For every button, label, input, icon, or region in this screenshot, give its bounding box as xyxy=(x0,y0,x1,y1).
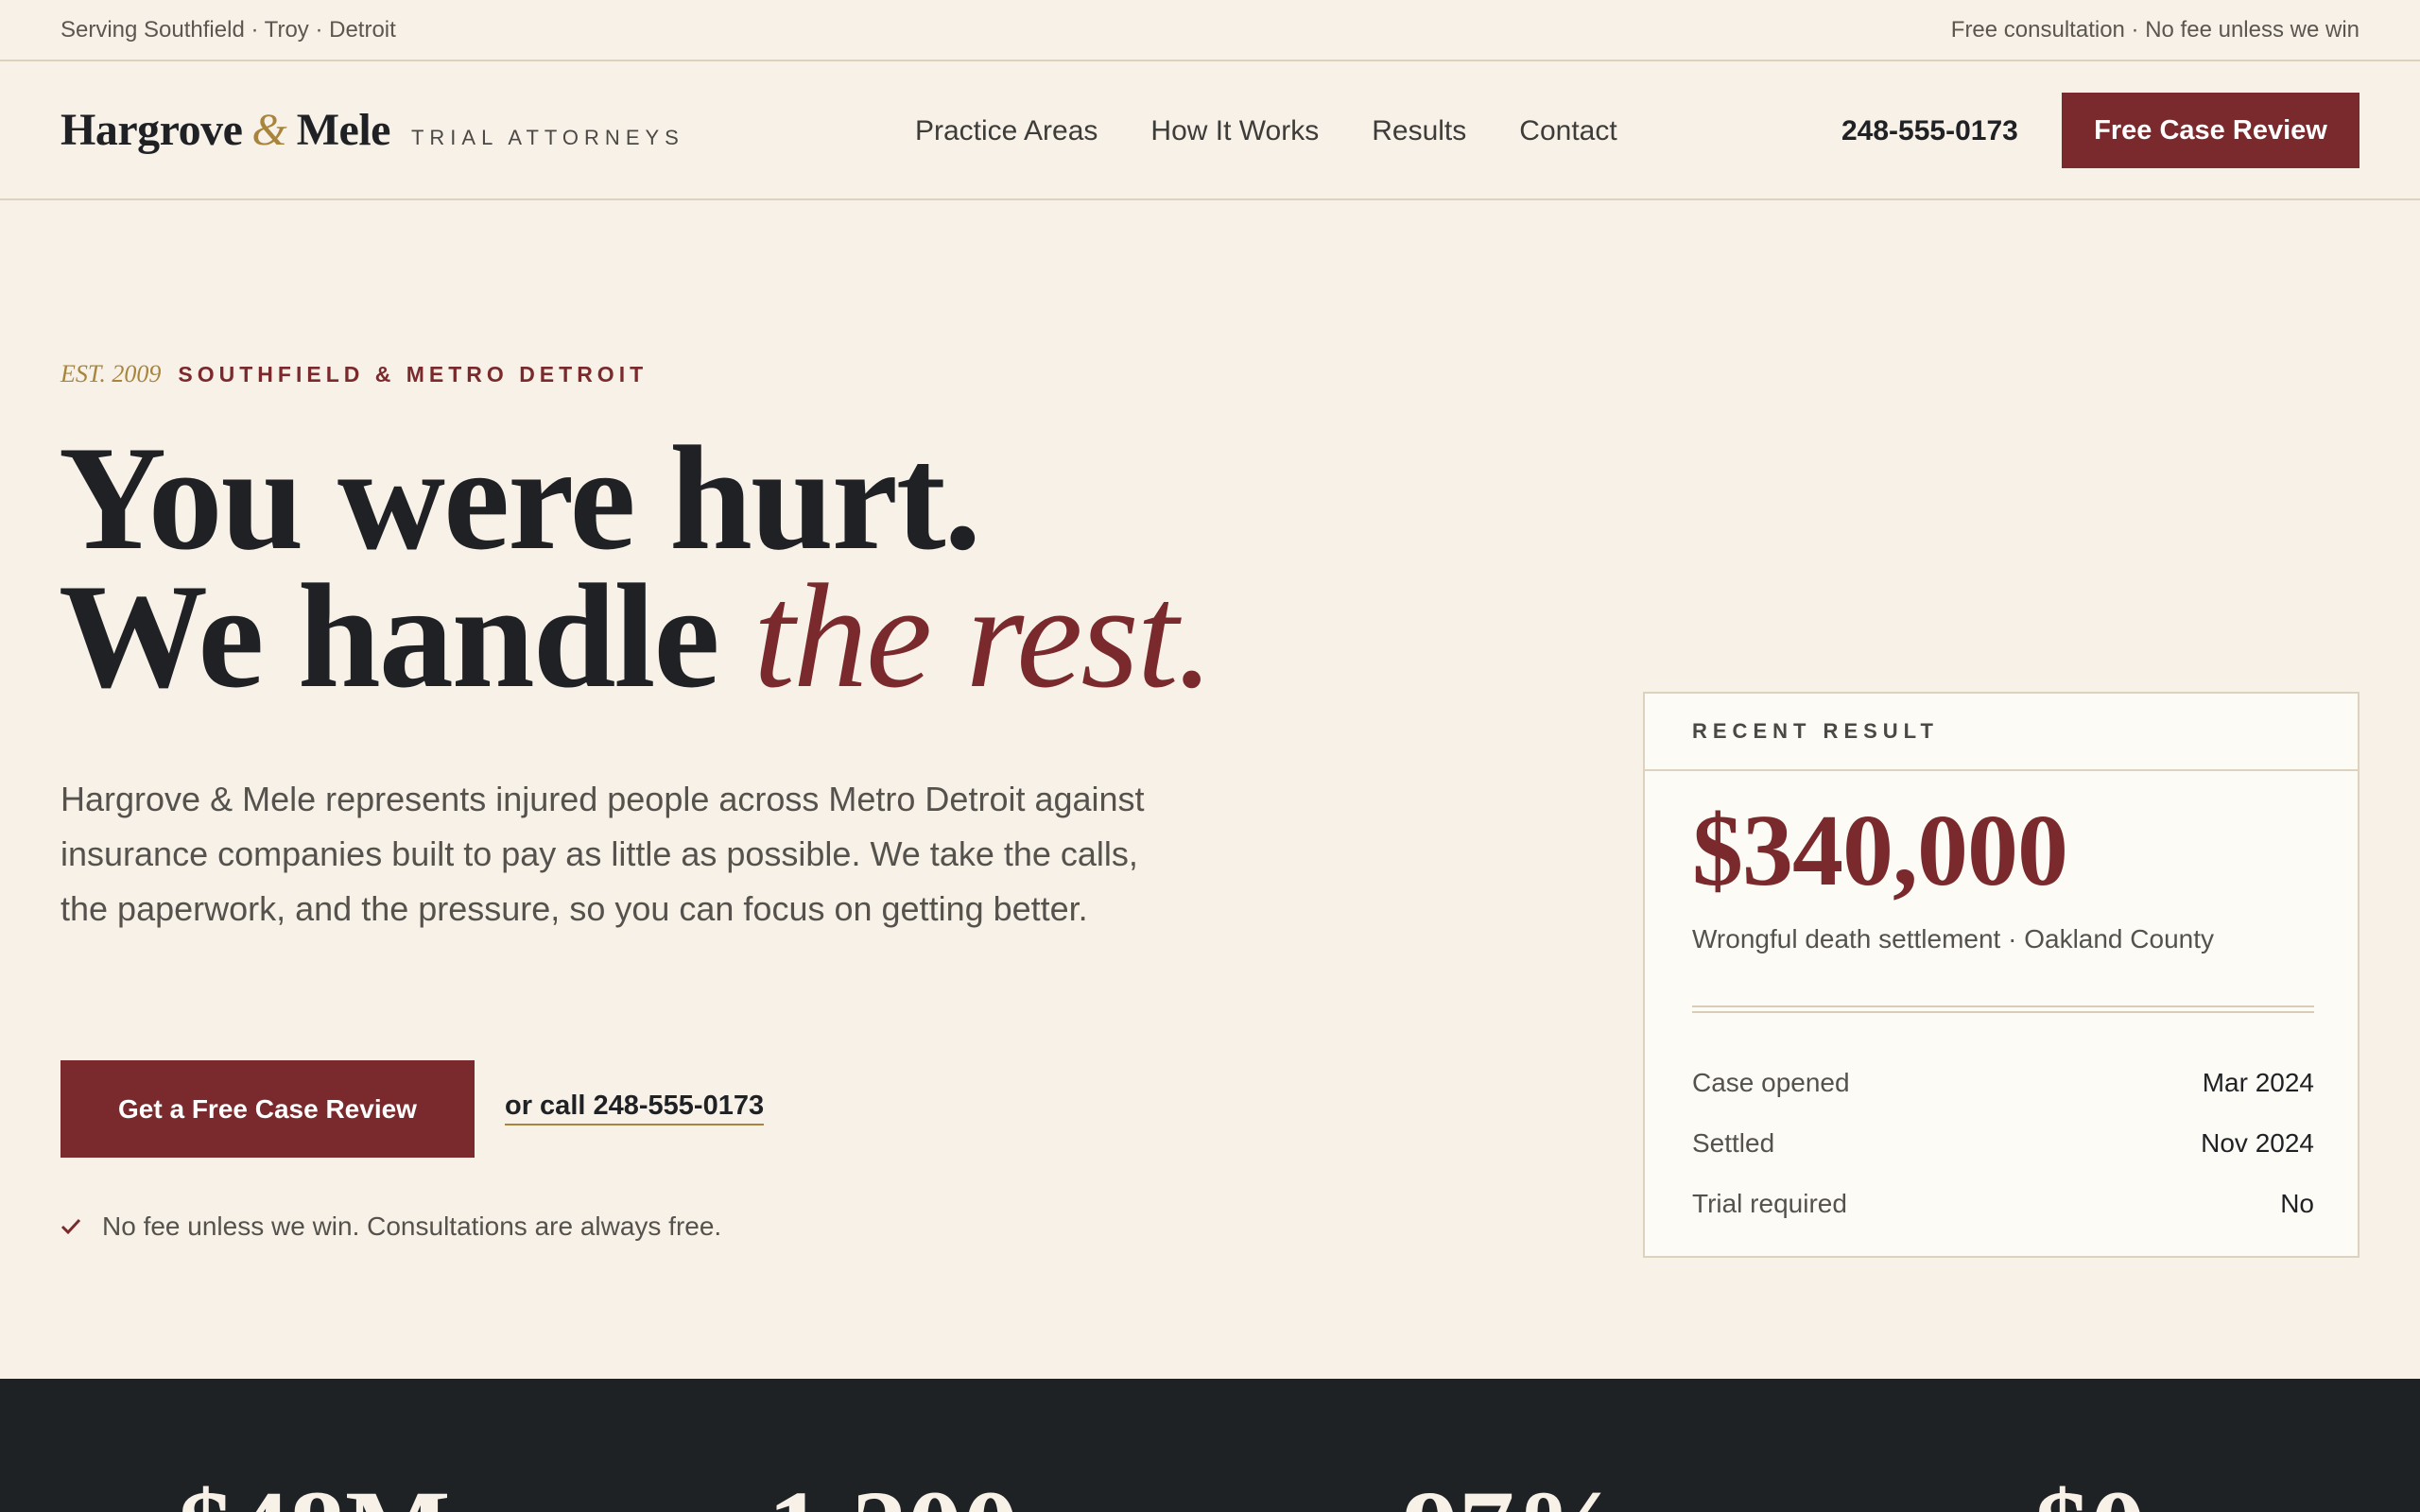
get-free-case-review-button[interactable]: Get a Free Case Review xyxy=(60,1060,475,1158)
logo-name-first: Hargrove xyxy=(60,105,243,155)
call-phone-link[interactable]: or call 248-555-0173 xyxy=(505,1091,765,1125)
settlement-amount: $340,000 xyxy=(1692,795,2068,907)
stat-upfront-fee: $0 xyxy=(2034,1473,2146,1512)
detail-row: Case opened Mar 2024 xyxy=(1692,1053,2314,1113)
detail-row: Trial required No xyxy=(1692,1174,2314,1234)
check-icon xyxy=(60,1218,81,1235)
detail-row: Settled Nov 2024 xyxy=(1692,1113,2314,1174)
stats-band: $48M 1,200 97% $0 xyxy=(0,1379,2420,1512)
case-details: Case opened Mar 2024 Settled Nov 2024 Tr… xyxy=(1692,1053,2314,1234)
nav-results[interactable]: Results xyxy=(1372,115,1466,147)
detail-key: Case opened xyxy=(1692,1068,1850,1097)
stat-recovered: $48M xyxy=(178,1473,450,1512)
stat-clients: 1,200 xyxy=(768,1473,1019,1512)
stat-success-rate: 97% xyxy=(1403,1473,1626,1512)
recent-result-card: RECENT RESULT $340,000 Wrongful death se… xyxy=(1643,692,2360,1258)
detail-value: No xyxy=(2280,1189,2314,1218)
detail-value: Mar 2024 xyxy=(2202,1068,2314,1097)
logo-tagline: TRIAL ATTORNEYS xyxy=(410,126,684,149)
hero-headline: You were hurt. We handle the rest. xyxy=(59,424,1214,712)
established-year: EST. 2009 xyxy=(60,360,162,387)
nav-practice-areas[interactable]: Practice Areas xyxy=(915,115,1098,147)
fee-reassurance: No fee unless we win. Consultations are … xyxy=(60,1211,721,1242)
fee-promise-text: Free consultation · No fee unless we win xyxy=(1950,16,2360,43)
site-logo[interactable]: Hargrove & Mele TRIAL ATTORNEYS xyxy=(60,104,684,156)
service-area-text: Serving Southfield · Troy · Detroit xyxy=(60,16,396,43)
hero-eyebrow: EST. 2009 SOUTHFIELD & METRO DETROIT xyxy=(60,360,648,388)
settlement-description: Wrongful death settlement · Oakland Coun… xyxy=(1692,924,2215,954)
site-header: Hargrove & Mele TRIAL ATTORNEYS Practice… xyxy=(0,61,2420,200)
headline-line-2: We handle xyxy=(59,554,720,719)
main-nav: Practice Areas How It Works Results Cont… xyxy=(915,61,1617,200)
detail-key: Settled xyxy=(1692,1128,1775,1158)
reassurance-text: No fee unless we win. Consultations are … xyxy=(102,1211,722,1241)
headline-accent: the rest. xyxy=(753,554,1214,719)
card-divider xyxy=(1692,1005,2314,1013)
logo-name-second: Mele xyxy=(296,105,391,155)
top-utility-bar: Serving Southfield · Troy · Detroit Free… xyxy=(0,0,2420,61)
nav-how-it-works[interactable]: How It Works xyxy=(1150,115,1319,147)
hero-location: SOUTHFIELD & METRO DETROIT xyxy=(178,362,648,387)
detail-key: Trial required xyxy=(1692,1189,1847,1218)
nav-contact[interactable]: Contact xyxy=(1519,115,1616,147)
free-case-review-button[interactable]: Free Case Review xyxy=(2062,93,2360,168)
hero-lede: Hargrove & Mele represents injured peopl… xyxy=(60,780,1145,928)
card-label: RECENT RESULT xyxy=(1645,694,2358,771)
logo-ampersand: & xyxy=(251,105,287,155)
detail-value: Nov 2024 xyxy=(2201,1128,2314,1158)
header-phone-link[interactable]: 248-555-0173 xyxy=(1841,61,2018,200)
